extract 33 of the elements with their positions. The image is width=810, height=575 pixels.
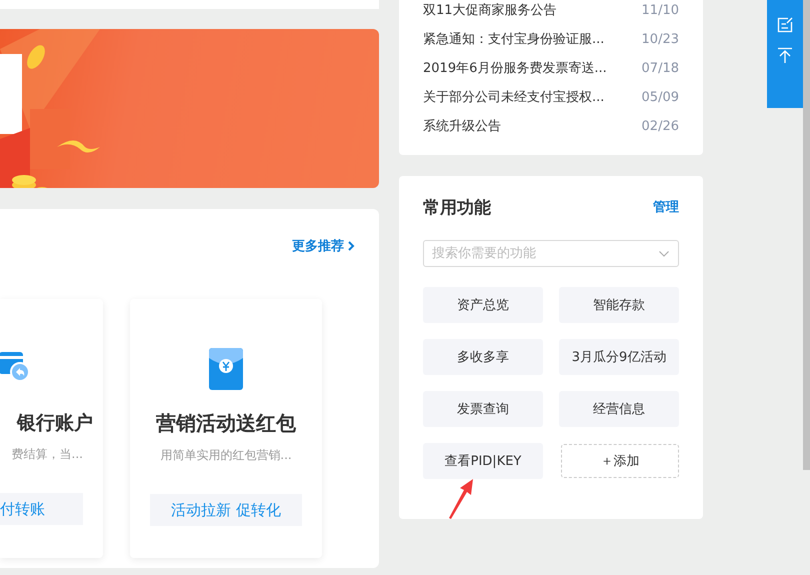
notice-link[interactable]: 紧急通知：支付宝身份验证服... [423,30,604,48]
notice-link[interactable]: 2019年6月份服务费发票寄送... [423,59,607,77]
edit-icon[interactable] [777,17,793,33]
manage-link[interactable]: 管理 [653,198,679,216]
chevron-down-icon [659,251,669,257]
function-button[interactable]: 资产总览 [423,287,543,323]
card-description: 费结算，当... [12,446,83,463]
notice-link[interactable]: 系统升级公告 [423,117,501,135]
card-title: 营销活动送红包 [156,410,296,437]
more-recommend-link[interactable]: 更多推荐 [292,237,355,255]
chevron-right-icon [348,241,355,251]
notice-date: 11/10 [642,2,679,18]
notice-date: 07/18 [642,60,679,76]
notice-date: 02/26 [642,118,679,134]
annotation-arrow [447,478,475,520]
add-function-button[interactable]: ＋添加 [561,444,679,478]
notice-link[interactable]: 双11大促商家服务公告 [423,1,557,19]
notice-date: 05/09 [642,90,679,104]
function-button[interactable]: 经营信息 [559,391,679,427]
function-button[interactable]: 多收多享 [423,339,543,375]
notice-link[interactable]: 关于部分公司未经支付宝授权... [423,88,604,106]
panel-title: 常用功能 [423,196,491,218]
envelope-icon [209,348,243,390]
function-button[interactable]: 智能存款 [559,287,679,323]
function-button[interactable]: 发票查询 [423,391,543,427]
search-field[interactable]: 搜索你需要的功能 [423,240,679,267]
scrollbar[interactable] [803,0,810,470]
card-description: 用简单实用的红包营销... [160,447,292,464]
function-button[interactable]: 查看PID|KEY [423,443,543,479]
function-button[interactable]: 3月瓜分9亿活动 [559,339,679,375]
card-title: 银行账户 [17,411,93,436]
back-to-top-icon[interactable] [777,47,793,63]
notice-date: 10/23 [642,32,679,46]
